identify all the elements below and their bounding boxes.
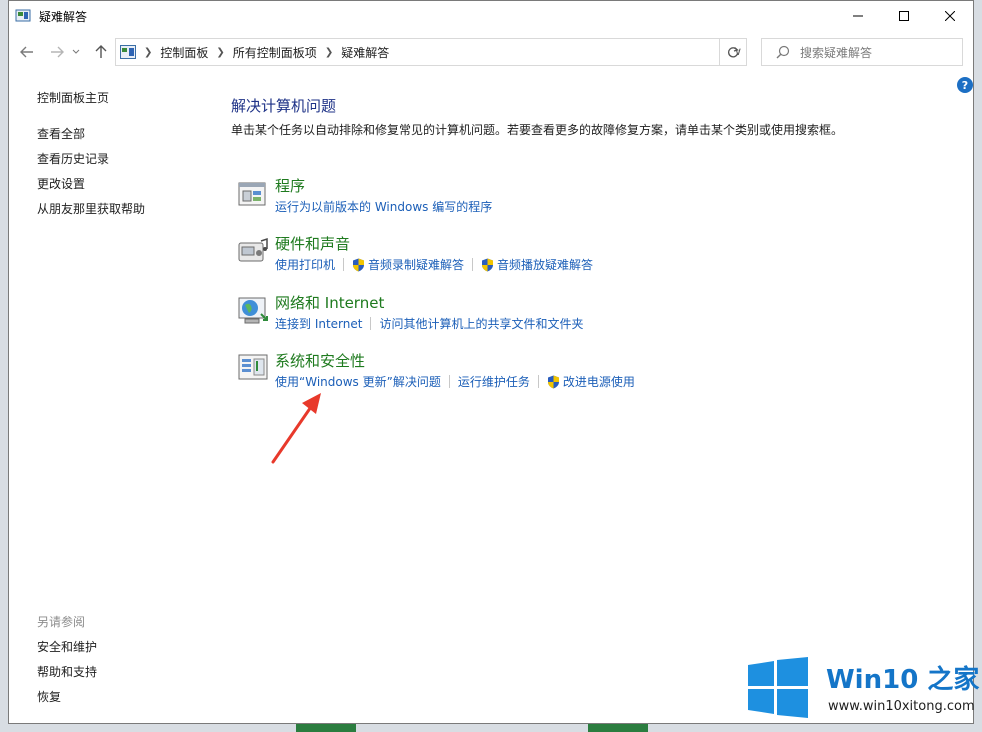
title-bar: 疑难解答 [9,1,973,31]
navigation-bar: ❯ 控制面板 ❯ 所有控制面板项 ❯ 疑难解答 ∨ 搜索疑难解答 [9,35,973,69]
forward-button[interactable] [47,43,67,61]
sidebar-item-get-help-from-friend[interactable]: 从朋友那里获取帮助 [37,200,145,217]
category-title-system-security[interactable]: 系统和安全性 [275,350,365,371]
sidebar-item-change-settings[interactable]: 更改设置 [37,175,85,192]
see-also-help-support[interactable]: 帮助和支持 [37,663,97,680]
up-button[interactable] [91,43,111,61]
link-shared-folders[interactable]: 访问其他计算机上的共享文件和文件夹 [379,315,583,332]
uac-shield-icon [481,258,494,272]
minimize-button[interactable] [835,1,881,31]
maximize-icon [899,11,909,21]
maximize-button[interactable] [881,1,927,31]
link-use-printer[interactable]: 使用打印机 [275,256,335,273]
back-button[interactable] [17,43,37,61]
address-bar[interactable]: ❯ 控制面板 ❯ 所有控制面板项 ❯ 疑难解答 ∨ [115,38,747,66]
category-title-programs[interactable]: 程序 [275,175,305,196]
sidebar-item-view-history[interactable]: 查看历史记录 [37,150,109,167]
breadcrumb-separator-icon: ❯ [324,46,334,58]
breadcrumb-separator-icon: ❯ [144,46,153,58]
help-icon[interactable]: ? [957,77,973,93]
background-window-strip [296,724,356,732]
page-description: 单击某个任务以自动排除和修复常见的计算机问题。若要查看更多的故障修复方案，请单击… [231,123,844,137]
close-icon [945,11,955,21]
win10-home-watermark: Win10 之家 www.win10xitong.com [746,657,980,719]
link-separator [343,258,345,271]
link-audio-recording-troubleshooter[interactable]: 音频录制疑难解答 [368,256,464,273]
search-placeholder: 搜索疑难解答 [800,45,873,60]
category-title-network-internet[interactable]: 网络和 Internet [275,292,384,313]
window-title: 疑难解答 [39,9,88,24]
close-button[interactable] [927,1,973,31]
uac-shield-icon [547,375,560,389]
arrow-up-icon [95,45,107,58]
see-also-recovery[interactable]: 恢复 [37,688,61,705]
search-icon [776,45,790,59]
link-improve-power[interactable]: 改进电源使用 [563,373,635,390]
page-title: 解决计算机问题 [231,97,337,115]
sidebar-home-link[interactable]: 控制面板主页 [37,89,109,106]
category-title-hardware-sound[interactable]: 硬件和声音 [275,233,350,254]
link-separator [370,317,372,330]
arrow-right-icon [51,46,64,58]
arrow-left-icon [20,46,33,58]
chevron-down-icon [72,49,80,54]
link-audio-playback-troubleshooter[interactable]: 音频播放疑难解答 [497,256,593,273]
search-box[interactable]: 搜索疑难解答 [761,38,963,66]
troubleshooting-window: 疑难解答 ❯ 控制面板 ❯ 所有控制面板项 ❯ 疑难解答 ∨ 搜索疑难解答 ? … [8,0,974,724]
sidebar-item-view-all[interactable]: 查看全部 [37,125,85,142]
hardware-sound-icon [238,237,268,262]
breadcrumb-all-items[interactable]: 所有控制面板项 [233,44,317,61]
programs-icon [238,182,266,206]
uac-shield-icon [352,258,365,272]
system-security-icon [238,354,268,380]
control-panel-icon [15,9,31,22]
breadcrumb-troubleshooting[interactable]: 疑难解答 [341,44,389,61]
refresh-button[interactable] [719,38,747,66]
breadcrumb-separator-icon: ❯ [216,46,225,58]
background-window-strip [588,724,648,732]
link-connect-internet[interactable]: 连接到 Internet [275,315,362,332]
see-also-heading: 另请参阅 [37,615,86,629]
link-run-maintenance[interactable]: 运行维护任务 [458,373,530,390]
network-icon [238,297,268,324]
link-separator [448,375,450,388]
control-panel-icon [120,45,136,59]
link-windows-update-troubleshooter[interactable]: 使用“Windows 更新”解决问题 [275,373,441,390]
link-separator [472,258,474,271]
watermark-url: www.win10xitong.com [828,699,975,714]
refresh-icon [728,47,739,58]
recent-locations-button[interactable] [71,43,81,61]
minimize-icon [853,15,863,17]
link-separator [537,375,539,388]
see-also-security-maintenance[interactable]: 安全和维护 [37,638,97,655]
link-run-old-programs[interactable]: 运行为以前版本的 Windows 编写的程序 [275,198,492,215]
windows-logo-icon [748,657,808,718]
watermark-brand: Win10 之家 [826,665,980,695]
breadcrumb-control-panel[interactable]: 控制面板 [160,44,208,61]
